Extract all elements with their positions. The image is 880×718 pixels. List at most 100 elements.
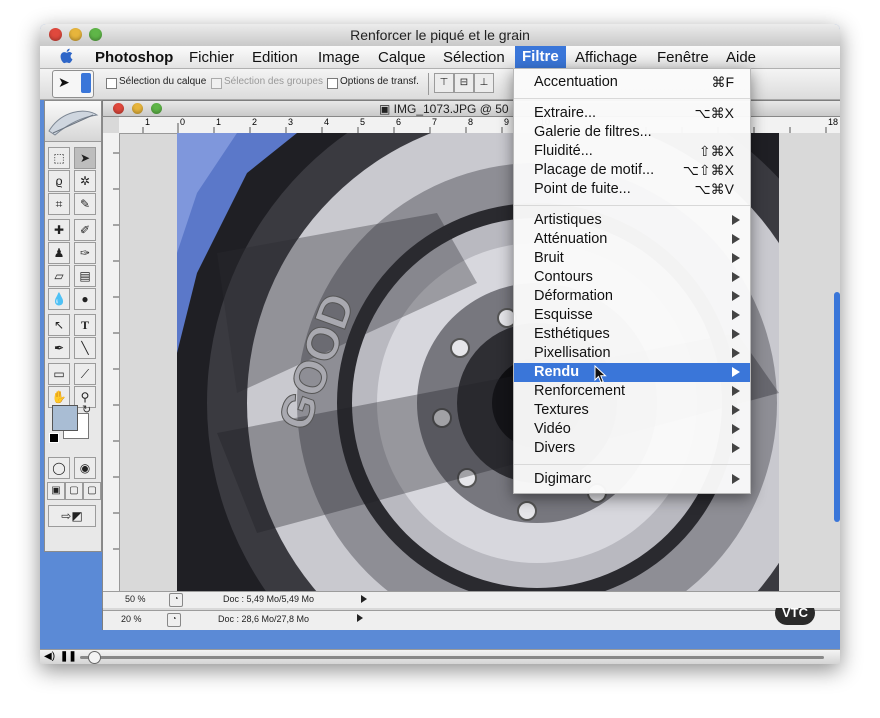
pen-tool-icon[interactable]: ✒ [48, 337, 70, 359]
close-document-button[interactable] [113, 103, 124, 114]
foreground-color-swatch[interactable] [52, 405, 78, 431]
jump-to-imageready-icon[interactable]: ⇨◩ [48, 505, 96, 527]
blur-tool-icon[interactable]: 💧 [48, 288, 70, 310]
menu-item-esthetiques[interactable]: Esthétiques [514, 325, 750, 344]
menu-item-label: Vidéo [534, 421, 571, 437]
eyedropper-tool-icon[interactable]: ⟋ [74, 363, 96, 385]
align-bottom-icon[interactable]: ⊥ [474, 73, 494, 93]
tool-preset-picker[interactable]: ➤ [52, 70, 94, 98]
submenu-arrow-icon [732, 329, 740, 339]
zoom-document-button[interactable] [151, 103, 162, 114]
menu-item-label: Extraire... [534, 105, 597, 121]
front-zoom-level[interactable]: 50 % [125, 594, 146, 604]
type-tool-icon[interactable]: T [74, 314, 96, 336]
ruler-label: 7 [432, 117, 438, 127]
menu-calque[interactable]: Calque [378, 49, 426, 66]
status-menu-arrow-icon[interactable] [361, 595, 367, 603]
path-selection-tool-icon[interactable]: ↖ [48, 314, 70, 336]
healing-brush-tool-icon[interactable]: ✚ [48, 219, 70, 241]
menu-item-point-de-fuite[interactable]: Point de fuite... ⌥⌘V [514, 180, 750, 199]
standard-mode-icon[interactable]: ◯ [48, 457, 70, 479]
status-menu-arrow-icon[interactable] [357, 614, 363, 622]
menu-item-rendu[interactable]: Rendu [514, 363, 750, 382]
menu-item-textures[interactable]: Textures [514, 401, 750, 420]
status-icon[interactable]: ◔ [167, 613, 181, 627]
menu-item-accentuation[interactable]: Accentuation ⌘F [514, 73, 750, 92]
menu-item-fluidite[interactable]: Fluidité... ⇧⌘X [514, 142, 750, 161]
menu-aide[interactable]: Aide [726, 49, 756, 66]
menu-item-shortcut: ⌘F [711, 74, 734, 90]
submenu-arrow-icon [732, 443, 740, 453]
show-transform-checkbox[interactable] [327, 78, 338, 89]
line-tool-icon[interactable]: ╲ [74, 337, 96, 359]
video-scrubber-handle[interactable] [88, 651, 101, 664]
marquee-tool-icon[interactable]: ⬚ [48, 147, 70, 169]
menu-affichage[interactable]: Affichage [575, 49, 637, 66]
menu-fichier[interactable]: Fichier [189, 49, 234, 66]
menu-edition[interactable]: Edition [252, 49, 298, 66]
crop-tool-icon[interactable]: ⌗ [48, 193, 70, 215]
clone-stamp-tool-icon[interactable]: ♟ [48, 242, 70, 264]
align-middle-icon[interactable]: ⊟ [454, 73, 474, 93]
magic-wand-tool-icon[interactable]: ✲ [74, 170, 96, 192]
status-icon[interactable]: ◔ [169, 593, 183, 607]
screen-mode-menu-icon[interactable]: ▢ [65, 482, 83, 500]
menu-item-label: Textures [534, 402, 589, 418]
screen-mode-standard-icon[interactable]: ▣ [47, 482, 65, 500]
auto-select-layer-checkbox[interactable] [106, 78, 117, 89]
apple-icon[interactable] [60, 48, 74, 64]
document-icon: ▣ [379, 102, 394, 116]
menu-filtre[interactable]: Filtre [515, 46, 566, 68]
eraser-tool-icon[interactable]: ▱ [48, 265, 70, 287]
menu-item-esquisse[interactable]: Esquisse [514, 306, 750, 325]
menu-item-galerie-de-filtres[interactable]: Galerie de filtres... [514, 123, 750, 142]
menu-item-extraire[interactable]: Extraire... ⌥⌘X [514, 104, 750, 123]
menu-item-divers[interactable]: Divers [514, 439, 750, 458]
dodge-tool-icon[interactable]: ● [74, 288, 96, 310]
move-tool-icon[interactable]: ➤ [74, 147, 96, 169]
submenu-arrow-icon [732, 310, 740, 320]
menu-item-pixellisation[interactable]: Pixellisation [514, 344, 750, 363]
menu-item-video[interactable]: Vidéo [514, 420, 750, 439]
menu-fenetre[interactable]: Fenêtre [657, 49, 709, 66]
move-tool-icon: ➤ [58, 74, 70, 90]
lasso-tool-icon[interactable]: ϱ [48, 170, 70, 192]
chevron-down-icon [81, 73, 91, 93]
menu-item-contours[interactable]: Contours [514, 268, 750, 287]
menu-item-renforcement[interactable]: Renforcement [514, 382, 750, 401]
menu-item-bruit[interactable]: Bruit [514, 249, 750, 268]
back-doc-size: Doc : 28,6 Mo/27,8 Mo [218, 614, 310, 624]
slice-tool-icon[interactable]: ✎ [74, 193, 96, 215]
menu-item-attenuation[interactable]: Atténuation [514, 230, 750, 249]
gradient-tool-icon[interactable]: ▤ [74, 265, 96, 287]
notes-tool-icon[interactable]: ▭ [48, 363, 70, 385]
menu-item-shortcut: ⌥⌘V [694, 181, 734, 197]
menu-image[interactable]: Image [318, 49, 360, 66]
menu-item-digimarc[interactable]: Digimarc [514, 470, 750, 489]
menu-selection[interactable]: Sélection [443, 49, 505, 66]
ruler-label: 1 [145, 117, 151, 127]
minimize-document-button[interactable] [132, 103, 143, 114]
default-colors-icon[interactable] [49, 433, 59, 443]
auto-select-groups-checkbox[interactable] [211, 78, 222, 89]
quick-mask-mode-icon[interactable]: ◉ [74, 457, 96, 479]
swap-colors-icon[interactable]: ↻ [82, 403, 91, 416]
brush-tool-icon[interactable]: ✐ [74, 219, 96, 241]
submenu-arrow-icon [732, 405, 740, 415]
menu-item-artistiques[interactable]: Artistiques [514, 211, 750, 230]
pause-icon[interactable]: ❚❚ [60, 651, 77, 662]
back-status-bar: 20 % ◔ Doc : 28,6 Mo/27,8 Mo [103, 610, 840, 630]
volume-icon[interactable]: ◀) [44, 651, 55, 662]
history-brush-tool-icon[interactable]: ✑ [74, 242, 96, 264]
video-progress-track[interactable] [80, 656, 824, 659]
video-controller: ◀) ❚❚ [40, 649, 840, 664]
align-top-icon[interactable]: ⊤ [434, 73, 454, 93]
submenu-arrow-icon [732, 272, 740, 282]
menu-item-deformation[interactable]: Déformation [514, 287, 750, 306]
menu-photoshop[interactable]: Photoshop [95, 49, 173, 66]
menu-item-placage-de-motif[interactable]: Placage de motif... ⌥⇧⌘X [514, 161, 750, 180]
divider [428, 73, 429, 95]
scrollbar-thumb[interactable] [834, 292, 840, 522]
back-zoom-level[interactable]: 20 % [121, 614, 142, 624]
screen-mode-full-icon[interactable]: ▢ [83, 482, 101, 500]
